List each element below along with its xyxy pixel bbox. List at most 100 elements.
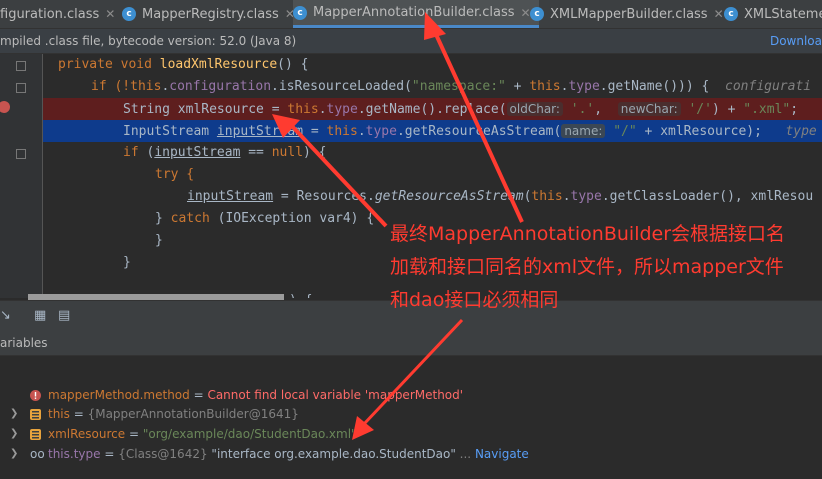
code-token: this: [529, 79, 561, 94]
code-token: type: [570, 189, 602, 204]
variable-name: this.type: [48, 447, 101, 461]
code-token: String xmlResource =: [123, 102, 288, 117]
tab-configuration-class[interactable]: figuration.class ✕: [0, 0, 115, 28]
download-sources-link[interactable]: Downloa: [770, 29, 822, 53]
variable-name: mapperMethod.method: [48, 388, 190, 402]
code-token: () {: [277, 57, 309, 72]
variable-text: this.type = {Class@1642} "interface org.…: [48, 444, 529, 464]
code-token: this: [130, 79, 162, 94]
navigate-link[interactable]: Navigate: [475, 447, 529, 461]
table-view-icon[interactable]: ▦: [34, 309, 48, 323]
field-icon: [30, 409, 41, 420]
code-token: if: [123, 145, 139, 160]
code-token: "namespace:": [411, 79, 506, 94]
decompiled-banner: mpiled .class file, bytecode version: 52…: [0, 29, 822, 54]
code-token: =: [303, 124, 327, 139]
variables-list: mapperMethod.method = Cannot find local …: [0, 356, 822, 479]
error-icon: [30, 390, 41, 401]
code-token: "/": [605, 124, 637, 139]
code-token: '/': [680, 102, 712, 117]
code-line: if (inputStream == null) {: [43, 142, 822, 164]
code-token: inputStream: [154, 145, 241, 160]
annotation-line: 和dao接口必须相同: [390, 289, 559, 311]
variable-row[interactable]: ❯ oo this.type = {Class@1642} "interface…: [0, 444, 822, 464]
code-token: (: [138, 145, 155, 160]
variable-row[interactable]: mapperMethod.method = Cannot find local …: [0, 385, 822, 405]
code-token: if (!: [91, 79, 131, 94]
ellipsis: ...: [455, 447, 475, 461]
code-token: .getName())) {: [599, 79, 726, 94]
code-token: null: [271, 145, 304, 160]
code-token: }: [123, 255, 131, 270]
code-token: .: [562, 189, 571, 204]
code-line: inputStream = Resources.getResourceAsStr…: [43, 186, 822, 208]
code-token: catch: [170, 211, 210, 226]
class-file-icon: c: [530, 7, 544, 21]
code-token: }: [155, 233, 163, 248]
code-token: ) {: [303, 145, 327, 160]
equals-sign: =: [69, 407, 88, 421]
variable-value: Cannot find local variable 'mapperMethod…: [207, 388, 464, 402]
code-token: ) +: [711, 102, 744, 117]
code-token: try {: [155, 167, 195, 182]
code-token: this: [326, 124, 358, 139]
tab-label: figuration.class: [0, 6, 100, 22]
expand-icon[interactable]: ❯: [10, 444, 18, 464]
variable-value: {MapperAnnotationBuilder@1641}: [87, 407, 299, 421]
code-token: loadXmlResource: [159, 57, 278, 72]
inline-debug-value: configurati: [725, 79, 812, 94]
tab-mapper-registry-class[interactable]: c MapperRegistry.class ✕: [122, 0, 295, 28]
code-token: .getName().replace(: [357, 102, 507, 117]
variable-name: this: [48, 407, 70, 421]
code-token: ; x: [790, 102, 822, 117]
fold-marker-icon[interactable]: [16, 83, 26, 93]
code-token: (IOException var4) {: [209, 211, 375, 226]
code-token: .isResourceLoaded(: [271, 79, 412, 94]
close-icon[interactable]: ✕: [714, 7, 724, 21]
parameter-hint: newChar:: [617, 102, 681, 116]
code-line: try {: [43, 164, 822, 186]
code-token: .: [357, 124, 366, 139]
fold-marker-icon[interactable]: [16, 149, 26, 159]
variable-value: "org/example/dao/StudentDao.xml": [142, 427, 357, 441]
variable-name: xmlResource: [48, 427, 126, 441]
code-token: inputStream: [216, 124, 304, 139]
tab-xml-mapper-builder-class[interactable]: c XMLMapperBuilder.class ✕: [530, 0, 724, 28]
code-token: + xmlResource);: [636, 124, 786, 139]
grid-view-icon[interactable]: ▤: [58, 309, 72, 323]
expand-icon[interactable]: ❯: [10, 404, 18, 424]
annotation-line: 最终MapperAnnotationBuilder会根据接口名: [390, 223, 786, 245]
code-token: '.': [562, 102, 595, 117]
expand-icon[interactable]: ❯: [10, 424, 18, 444]
code-token: ) {: [289, 293, 312, 298]
equals-sign: =: [189, 388, 208, 402]
equals-sign: =: [125, 427, 143, 441]
annotation-line: 加载和接口同名的xml文件，所以mapper文件: [390, 256, 784, 278]
close-icon[interactable]: ✕: [105, 7, 115, 21]
variable-value: "interface org.example.dao.StudentDao": [207, 447, 456, 461]
watch-glasses-icon: oo: [30, 447, 45, 461]
tab-label: MapperRegistry.class: [142, 6, 279, 22]
variable-text: this = {MapperAnnotationBuilder@1641}: [48, 404, 299, 424]
tab-xml-statement-class[interactable]: c XMLStatemen: [724, 0, 822, 28]
tab-mapper-annotation-builder-class[interactable]: c MapperAnnotationBuilder.class ✕: [293, 0, 539, 28]
variable-row[interactable]: ❯ xmlResource = "org/example/dao/Student…: [0, 424, 822, 444]
parameter-hint: oldChar:: [506, 102, 563, 116]
variables-title: ariables: [0, 336, 48, 350]
tab-label: XMLMapperBuilder.class: [550, 6, 708, 22]
code-token: private void: [58, 57, 160, 72]
step-icon[interactable]: ↘: [0, 309, 14, 323]
code-token: ".xml": [743, 102, 791, 117]
class-file-icon: c: [293, 5, 307, 20]
code-token: +: [505, 79, 530, 94]
code-token: this: [531, 189, 563, 204]
variable-ref: {Class@1642}: [118, 447, 208, 461]
variable-row[interactable]: ❯ this = {MapperAnnotationBuilder@1641}: [0, 404, 822, 424]
banner-message: mpiled .class file, bytecode version: 52…: [0, 34, 297, 48]
code-token: configuration: [169, 79, 272, 94]
breakpoint-icon[interactable]: [0, 101, 10, 113]
inline-debug-value: type: [785, 124, 817, 139]
fold-marker-icon[interactable]: [16, 61, 26, 71]
variables-panel-header: ariables: [0, 331, 822, 356]
variable-text: xmlResource = "org/example/dao/StudentDa…: [48, 424, 357, 444]
